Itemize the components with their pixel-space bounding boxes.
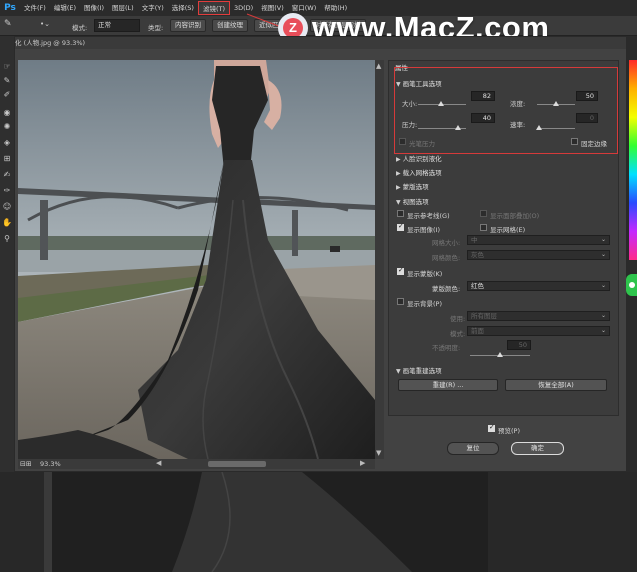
collapsed-triangle-icon: ▶ — [396, 156, 401, 163]
spot-healing-brush-icon[interactable]: ✎ — [4, 19, 12, 29]
create-texture-button[interactable]: 创建纹理 — [212, 19, 248, 32]
menu-file[interactable]: 文件(F) — [20, 1, 50, 15]
menu-image[interactable]: 图像(I) — [80, 1, 108, 15]
mesh-color-select[interactable]: 灰色 ⌄ — [467, 250, 610, 260]
opacity-label: 不透明度: — [432, 344, 461, 352]
expand-triangle-icon: ▼ — [396, 199, 401, 206]
restore-all-button[interactable]: 恢复全部(A) — [505, 379, 607, 391]
opacity-slider-thumb[interactable] — [497, 352, 503, 357]
show-guides-label: 显示参考线(G) — [407, 212, 450, 220]
scroll-down-icon[interactable]: ▼ — [376, 449, 381, 457]
reconstruct-tool-icon[interactable]: ✎ — [1, 76, 13, 86]
menu-3d[interactable]: 3D(D) — [230, 1, 257, 15]
show-guides-checkbox[interactable] — [397, 210, 404, 217]
hand-tool-icon[interactable]: ✋ — [1, 218, 13, 228]
brush-reconstruct-options-header[interactable]: ▼ 画笔重建选项 — [396, 365, 442, 375]
menu-type[interactable]: 文字(Y) — [138, 1, 168, 15]
menu-filter[interactable]: 滤镜(T) — [197, 1, 230, 15]
chevron-down-icon: ⌄ — [600, 251, 606, 258]
highlight-box — [394, 67, 618, 154]
forward-warp-tool-icon[interactable]: ☞ — [1, 62, 13, 72]
collapsed-triangle-icon: ▶ — [396, 170, 401, 177]
expand-triangle-icon: ▼ — [396, 368, 401, 375]
view-options-header[interactable]: ▼ 视图选项 — [396, 196, 429, 206]
mask-color-select[interactable]: 红色 ⌄ — [467, 281, 610, 291]
mesh-size-select[interactable]: 中 ⌄ — [467, 235, 610, 245]
face-tool-icon[interactable]: ☺ — [1, 202, 13, 212]
ok-button[interactable]: 确定 — [511, 442, 564, 455]
pucker-tool-icon[interactable]: ✺ — [1, 122, 13, 132]
document-canvas-behind — [52, 472, 488, 572]
floating-widget-icon[interactable] — [626, 274, 637, 296]
horizontal-scrollbar[interactable] — [18, 459, 375, 469]
load-mesh-options-header[interactable]: ▶ 载入网格选项 — [396, 167, 442, 177]
chevron-down-icon: ⌄ — [600, 282, 606, 289]
chevron-down-icon: ⌄ — [600, 327, 606, 334]
scroll-up-icon[interactable]: ▲ — [376, 62, 381, 70]
photo-woman-in-black-dress — [18, 60, 375, 459]
content-aware-button[interactable]: 内容识别 — [170, 19, 206, 32]
brush-preset-icon[interactable]: •⌄ — [40, 20, 50, 28]
preview-label: 预览(P) — [498, 427, 520, 435]
show-mask-label: 显示蒙版(K) — [407, 270, 443, 278]
show-face-overlay-checkbox[interactable] — [480, 210, 487, 217]
backdrop-mode-label: 模式: — [450, 330, 466, 338]
preview-checkbox[interactable] — [488, 423, 495, 432]
twirl-tool-icon[interactable]: ◉ — [1, 108, 13, 118]
image-canvas[interactable] — [18, 60, 375, 459]
chevron-down-icon: ⌄ — [600, 236, 606, 243]
vertical-scrollbar[interactable]: ▲ ▼ — [375, 60, 384, 459]
freeze-mask-tool-icon[interactable]: ✍ — [1, 170, 13, 180]
mode-label: 模式: — [72, 24, 88, 32]
horizontal-scroll-thumb[interactable] — [208, 461, 266, 467]
push-left-tool-icon[interactable]: ⊞ — [1, 154, 13, 164]
scroll-left-icon[interactable]: ◀ — [156, 459, 161, 467]
thaw-mask-tool-icon[interactable]: ✑ — [1, 186, 13, 196]
zoom-level[interactable]: 93.3% — [40, 459, 61, 469]
reconstruct-button[interactable]: 重建(R) ... — [398, 379, 498, 391]
use-label: 使用: — [450, 315, 466, 323]
type-label: 类型: — [148, 24, 164, 32]
menu-edit[interactable]: 编辑(E) — [50, 1, 80, 15]
zoom-tool-icon[interactable]: ⚲ — [1, 234, 13, 244]
menu-layer[interactable]: 图层(L) — [108, 1, 138, 15]
chevron-down-icon: ⌄ — [600, 312, 606, 319]
show-image-label: 显示图像(I) — [407, 226, 440, 234]
show-mask-checkbox[interactable] — [397, 266, 404, 275]
opacity-input[interactable]: 50 — [507, 340, 531, 350]
scroll-right-icon[interactable]: ▶ — [360, 459, 365, 467]
show-face-overlay-label: 显示面部叠加(O) — [490, 212, 540, 220]
collapsed-triangle-icon: ▶ — [396, 184, 401, 191]
dialog-title: 化 (人物.jpg @ 93.3%) — [15, 37, 626, 49]
background-document-image — [52, 472, 488, 572]
show-image-checkbox[interactable] — [397, 222, 404, 231]
vertical-ruler — [44, 472, 52, 572]
mask-color-label: 蒙版颜色: — [432, 285, 461, 293]
face-aware-liquify-header[interactable]: ▶ 人脸识别液化 — [396, 153, 442, 163]
mask-options-header[interactable]: ▶ 蒙版选项 — [396, 181, 429, 191]
mode-select[interactable]: 正常 — [94, 19, 140, 32]
show-backdrop-checkbox[interactable] — [397, 298, 404, 305]
photoshop-logo: Ps — [4, 3, 16, 13]
bloat-tool-icon[interactable]: ◈ — [1, 138, 13, 148]
backdrop-mode-select[interactable]: 前面 ⌄ — [467, 326, 610, 336]
zoom-buttons[interactable]: ⊟⊞ — [20, 459, 32, 469]
reset-button[interactable]: 复位 — [447, 442, 499, 455]
show-mesh-checkbox[interactable] — [480, 224, 487, 231]
mesh-size-label: 网格大小: — [432, 239, 461, 247]
color-spectrum-strip[interactable] — [629, 60, 637, 260]
show-backdrop-label: 显示背景(P) — [407, 300, 442, 308]
show-mesh-label: 显示网格(E) — [490, 226, 526, 234]
menu-select[interactable]: 选择(S) — [168, 1, 198, 15]
mesh-color-label: 网格颜色: — [432, 254, 461, 262]
use-layers-select[interactable]: 所有图层 ⌄ — [467, 311, 610, 321]
smooth-tool-icon[interactable]: ✐ — [1, 90, 13, 100]
